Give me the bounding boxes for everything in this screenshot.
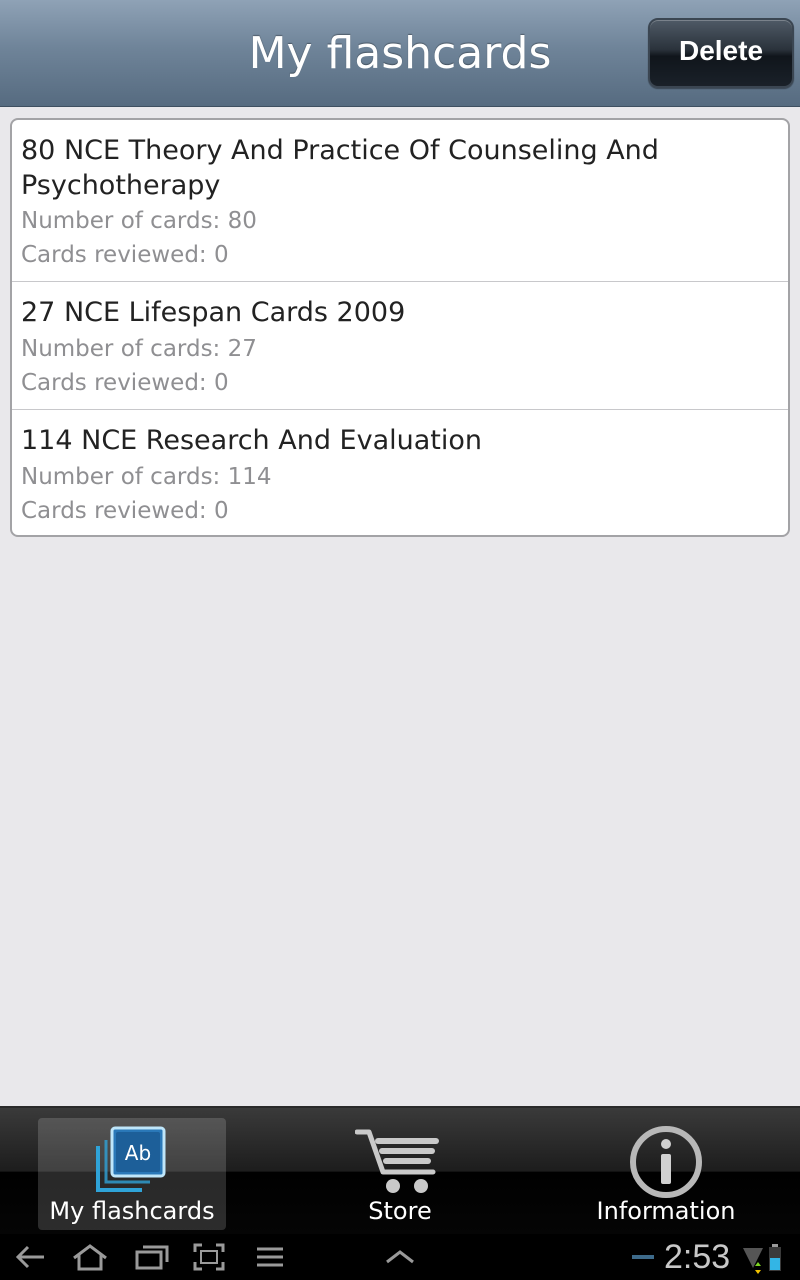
cart-icon — [355, 1129, 439, 1193]
list-item[interactable]: 80 NCE Theory And Practice Of Counseling… — [12, 120, 788, 282]
reviewed-count: Cards reviewed: 0 — [21, 242, 229, 268]
reviewed-count: Cards reviewed: 0 — [21, 370, 229, 396]
reviewed-count: Cards reviewed: 0 — [21, 498, 229, 524]
menu-icon[interactable] — [254, 1242, 286, 1272]
tab-label: Information — [596, 1197, 736, 1225]
back-icon[interactable] — [14, 1242, 48, 1272]
chevron-up-icon[interactable] — [382, 1242, 418, 1272]
info-icon — [630, 1126, 702, 1198]
flashcards-ab-icon: Ab — [96, 1126, 166, 1192]
title-bar: My flashcards Delete — [0, 0, 800, 107]
card-count: Number of cards: 27 — [21, 336, 257, 362]
list-item[interactable]: 27 NCE Lifespan Cards 2009 Number of car… — [12, 282, 788, 410]
system-bar: 2:53 — [0, 1234, 800, 1280]
tab-store[interactable]: Store — [312, 1118, 488, 1230]
deck-title: 114 NCE Research And Evaluation — [21, 425, 483, 456]
clock: 2:53 — [664, 1238, 731, 1276]
tab-information[interactable]: Information — [580, 1118, 752, 1230]
deck-title: 80 NCE Theory And Practice Of Counseling… — [21, 135, 659, 201]
signal-icon — [743, 1248, 763, 1274]
recent-apps-icon[interactable] — [134, 1242, 170, 1272]
home-icon[interactable] — [70, 1242, 110, 1272]
tab-label: My flashcards — [49, 1197, 215, 1225]
tab-label: Store — [368, 1197, 432, 1225]
card-count: Number of cards: 114 — [21, 464, 272, 490]
card-count: Number of cards: 80 — [21, 208, 257, 234]
deck-title: 27 NCE Lifespan Cards 2009 — [21, 297, 406, 328]
minus-indicator-icon — [632, 1255, 654, 1259]
tab-my-flashcards[interactable]: Ab My flashcards — [38, 1118, 226, 1230]
delete-button[interactable]: Delete — [648, 18, 794, 88]
battery-icon — [769, 1244, 781, 1271]
tab-bar: Ab My flashcards Store Information — [0, 1106, 800, 1234]
deck-list: 80 NCE Theory And Practice Of Counseling… — [10, 118, 790, 537]
screenshot-icon[interactable] — [192, 1242, 226, 1272]
list-item[interactable]: 114 NCE Research And Evaluation Number o… — [12, 410, 788, 535]
svg-text:Ab: Ab — [125, 1141, 151, 1165]
